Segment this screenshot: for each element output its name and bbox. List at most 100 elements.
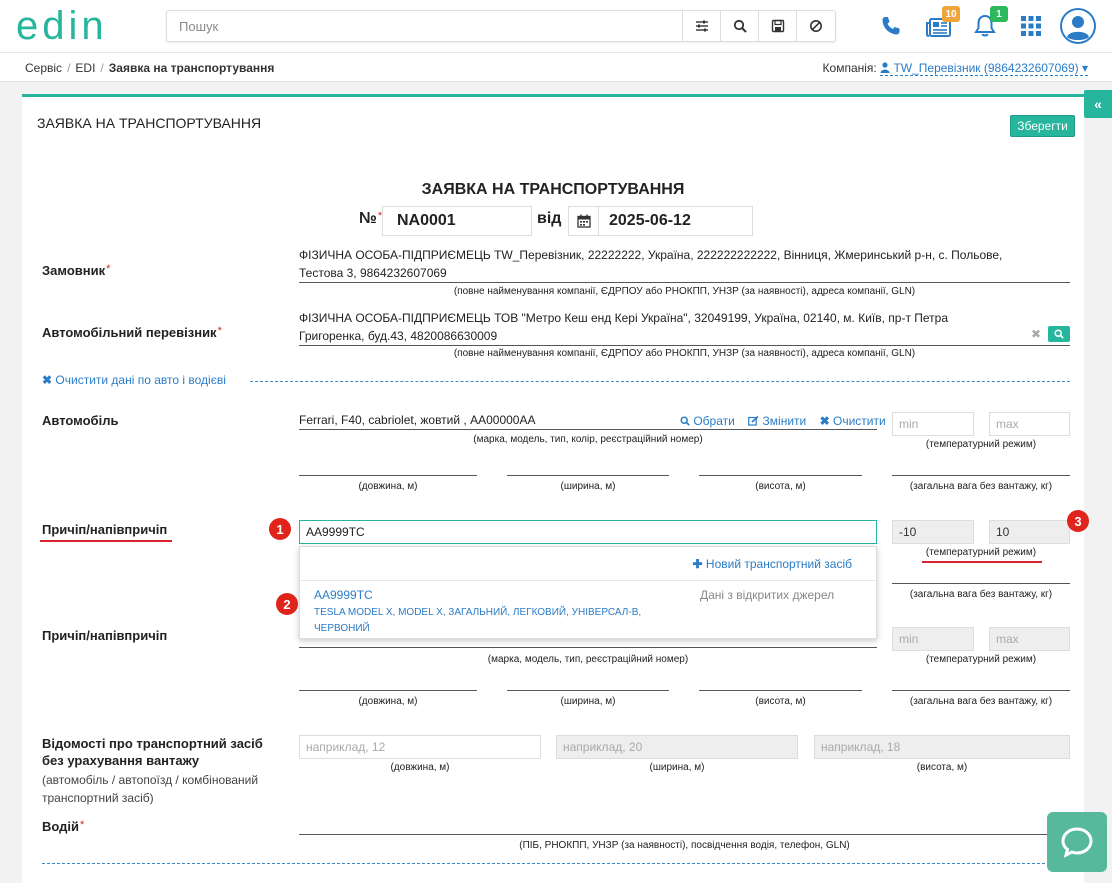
trailer-search-input[interactable]: AA9999TC <box>299 520 877 544</box>
filter-settings-button[interactable] <box>682 11 720 41</box>
global-search <box>166 10 836 42</box>
phone-icon <box>882 17 900 35</box>
dimensions-length-hint: (довжина, м) <box>390 762 450 773</box>
trailer-weight-input[interactable] <box>892 583 1070 584</box>
dimensions-width-input[interactable]: наприклад, 20 <box>556 735 798 759</box>
news-button[interactable]: 10 <box>920 6 960 44</box>
dimensions-height-input[interactable]: наприклад, 18 <box>814 735 1070 759</box>
plus-icon: ✚ <box>692 557 703 571</box>
carrier-value[interactable]: ФІЗИЧНА ОСОБА-ПІДПРИЄМЕЦЬ ТОВ "Метро Кеш… <box>299 309 1070 346</box>
trailer2-height-hint: (висота, м) <box>755 696 806 707</box>
trailer2-weight-input[interactable] <box>892 690 1070 691</box>
dimensions-width-hint: (ширина, м) <box>649 762 705 773</box>
vehicle-label: Автомобіль <box>42 413 119 428</box>
required-mark: * <box>80 819 85 831</box>
dimensions-length-input[interactable]: наприклад, 12 <box>299 735 541 759</box>
trailer2-hint: (марка, модель, тип, реєстраційний номер… <box>487 654 689 665</box>
vehicle-weight-input[interactable] <box>892 475 1070 476</box>
trailer-temp-min-input[interactable]: -10 <box>892 520 974 544</box>
trailer2-length-input[interactable] <box>299 690 477 691</box>
driver-input[interactable] <box>299 834 1070 835</box>
company-label: Компанія: <box>822 61 877 75</box>
clear-vehicle-driver-link[interactable]: ✖ Очистити дані по авто і водієві <box>42 373 226 387</box>
step-marker-1: 1 <box>269 518 291 540</box>
trailer2-label: Причіп/напівпричіп <box>42 628 168 643</box>
step-marker-2: 2 <box>276 593 298 615</box>
customer-label: Замовник* <box>42 263 111 278</box>
dimensions-height-hint: (висота, м) <box>916 762 968 773</box>
apps-button[interactable] <box>1012 8 1050 44</box>
breadcrumb-bar: Сервіс / EDI / Заявка на транспортування Ком… <box>0 52 1112 82</box>
vehicle-temp-min-input[interactable]: min <box>892 412 974 436</box>
carrier-search-button[interactable] <box>1048 326 1070 342</box>
search-button[interactable] <box>720 11 758 41</box>
required-mark: * <box>106 263 111 275</box>
calendar-icon <box>576 214 591 228</box>
news-badge: 10 <box>942 6 960 22</box>
document-number-input[interactable]: NA0001 <box>382 206 532 236</box>
customer-value[interactable]: ФІЗИЧНА ОСОБА-ПІДПРИЄМЕЦЬ TW_Перевізник,… <box>299 246 1070 283</box>
save-button[interactable]: Зберегти <box>1010 115 1075 137</box>
trailer2-height-input[interactable] <box>699 690 862 691</box>
sliders-icon <box>695 20 708 32</box>
customer-hint: (повне найменування компанії, ЄДРПОУ або… <box>453 286 916 297</box>
suggestion-item-description[interactable]: TESLA MODEL X, MODEL X, ЗАГАЛЬНИЙ, ЛЕГКО… <box>314 605 654 637</box>
notifications-badge: 1 <box>990 6 1008 22</box>
trailer-temp-max-input[interactable]: 10 <box>989 520 1070 544</box>
dimensions-sublabel: (автомобіль / автопоїзд / комбінований т… <box>42 773 259 805</box>
breadcrumb-item-service[interactable]: Сервіс <box>25 61 62 75</box>
times-icon: ✖ <box>819 414 830 428</box>
chat-button[interactable] <box>1047 812 1107 872</box>
vehicle-actions: Обрати Змінити ✖ Очистити <box>680 414 896 428</box>
step-marker-3: 3 <box>1067 510 1089 532</box>
driver-label: Водій* <box>42 819 85 834</box>
document-date-input[interactable]: 2025-06-12 <box>568 206 753 236</box>
trailer2-temp-max-input[interactable]: max <box>989 627 1070 651</box>
save-search-button[interactable] <box>758 11 796 41</box>
reset-search-button[interactable] <box>796 11 834 41</box>
vehicle-length-input[interactable] <box>299 475 477 476</box>
clear-carrier-icon[interactable]: ✖ <box>1031 327 1041 341</box>
top-header: edin Пошук 10 1 <box>0 0 1112 52</box>
edin-logo[interactable]: edin <box>14 6 134 46</box>
trailer2-width-input[interactable] <box>507 690 669 691</box>
collapse-panel-button[interactable]: « <box>1084 90 1112 118</box>
trailer2-length-hint: (довжина, м) <box>358 696 418 707</box>
trailer2-temp-min-input[interactable]: min <box>892 627 974 651</box>
trailer2-input[interactable] <box>299 647 877 648</box>
calendar-button[interactable] <box>569 207 599 235</box>
ban-icon <box>809 20 822 32</box>
vehicle-hint: (марка, модель, тип, колір, реєстраційни… <box>473 434 703 445</box>
document-panel: ЗАЯВКА НА ТРАНСПОРТУВАННЯ Зберегти ЗАЯВК… <box>22 94 1089 883</box>
trailer-temp-hint: (температурний режим) <box>925 547 1037 558</box>
choose-vehicle-link[interactable]: Обрати <box>680 414 740 428</box>
vehicle-weight-hint: (загальна вага без вантажу, кг) <box>909 481 1053 492</box>
vehicle-height-input[interactable] <box>699 475 862 476</box>
company-dropdown[interactable]: TW_Перевізник (9864232607069) ▾ <box>880 61 1088 76</box>
user-avatar-button[interactable] <box>1058 6 1098 46</box>
breadcrumb-current: Заявка на транспортування <box>108 61 275 75</box>
breadcrumb-item-edi[interactable]: EDI <box>75 61 95 75</box>
trailer-label: Причіп/напівпричіп <box>42 522 168 537</box>
grid-apps-icon <box>1021 16 1041 36</box>
suggestion-item-title[interactable]: AA9999TC <box>314 588 373 602</box>
search-input[interactable] <box>167 11 687 41</box>
temp-hint-underline <box>922 561 1042 563</box>
caret-down-icon: ▾ <box>1081 61 1088 75</box>
change-vehicle-link[interactable]: Змінити <box>748 414 811 428</box>
company-name: TW_Перевізник (9864232607069) <box>893 61 1079 75</box>
dimensions-label: Відомості про транспортний засіб без ура… <box>42 735 282 807</box>
svg-text:edin: edin <box>16 6 108 46</box>
new-vehicle-option[interactable]: ✚ Новий транспортний засіб <box>693 557 853 571</box>
date-label: від <box>537 210 562 227</box>
search-icon <box>1054 329 1064 339</box>
vehicle-temp-max-input[interactable]: max <box>989 412 1070 436</box>
vehicle-temp-hint: (температурний режим) <box>925 439 1037 450</box>
number-label: №* <box>359 210 383 227</box>
notifications-button[interactable]: 1 <box>966 6 1008 44</box>
vehicle-width-input[interactable] <box>507 475 669 476</box>
phone-button[interactable] <box>872 8 910 44</box>
required-mark: * <box>217 325 222 337</box>
trailer2-width-hint: (ширина, м) <box>560 696 616 707</box>
clear-vehicle-link[interactable]: ✖ Очистити <box>820 414 891 428</box>
